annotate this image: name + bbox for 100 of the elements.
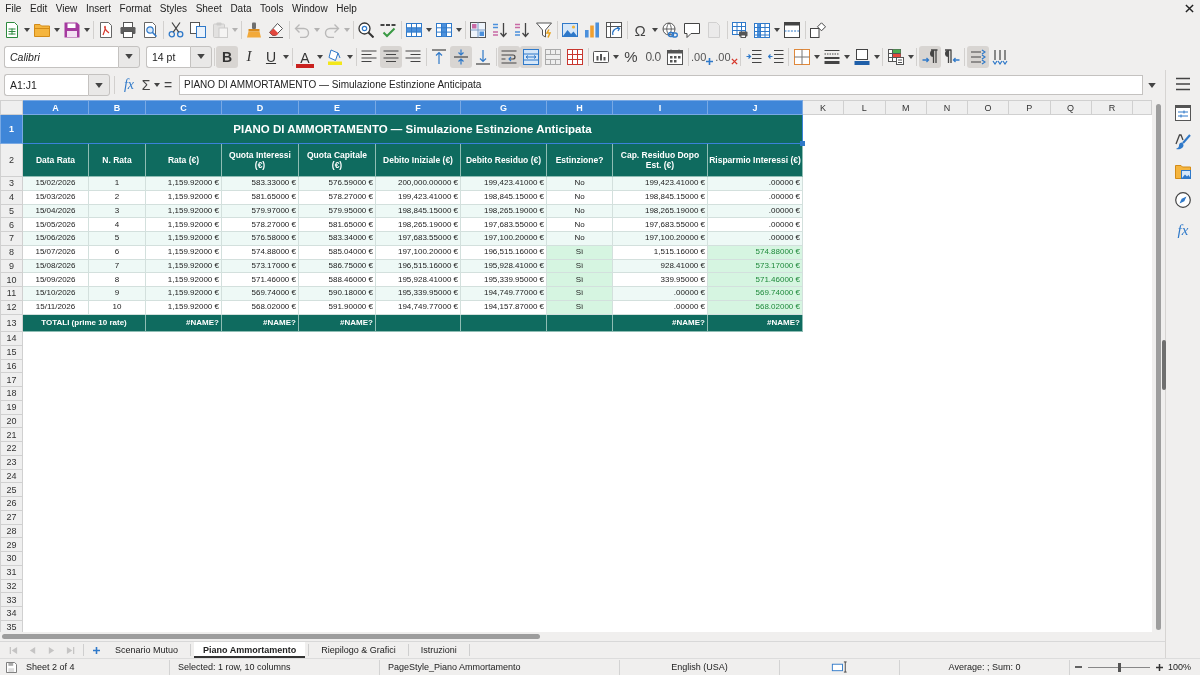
column-header[interactable]: G bbox=[460, 100, 547, 115]
menu-item[interactable]: View bbox=[51, 1, 82, 16]
menu-item[interactable]: Format bbox=[115, 1, 156, 16]
wrap-text-button[interactable] bbox=[498, 45, 520, 68]
find-replace-icon[interactable] bbox=[358, 22, 374, 38]
caret-icon[interactable] bbox=[873, 54, 880, 59]
sum-button[interactable]: Σ bbox=[139, 74, 153, 96]
column-header[interactable]: N bbox=[926, 100, 968, 115]
bold-button[interactable]: B bbox=[216, 45, 238, 68]
caret-icon[interactable] bbox=[652, 28, 658, 32]
menu-item[interactable]: Help bbox=[331, 1, 362, 16]
sheet-tab[interactable]: Scenario Mutuo bbox=[106, 642, 188, 658]
left-to-right-button[interactable] bbox=[918, 45, 941, 68]
sort-descending-icon[interactable] bbox=[514, 22, 530, 38]
dropdown-button[interactable] bbox=[118, 45, 140, 68]
split-window-icon[interactable] bbox=[784, 22, 800, 38]
hyperlink-icon[interactable] bbox=[662, 22, 678, 38]
menu-item[interactable]: Edit bbox=[25, 1, 52, 16]
language[interactable]: English (USA) bbox=[671, 661, 728, 673]
table-rows-icon[interactable] bbox=[406, 22, 422, 38]
caret-icon[interactable] bbox=[283, 54, 289, 59]
merge-cells-icon[interactable] bbox=[545, 48, 561, 65]
shapes-icon[interactable] bbox=[810, 22, 826, 38]
formula-button[interactable]: = bbox=[161, 74, 175, 96]
merge-center-button[interactable] bbox=[520, 45, 542, 68]
spellcheck-icon[interactable] bbox=[380, 22, 396, 38]
formula-input[interactable]: PIANO DI AMMORTAMENTO — Simulazione Estinzione Anticipata bbox=[179, 75, 1143, 95]
add-decimal-button[interactable]: .00 bbox=[690, 45, 715, 68]
caret-icon[interactable] bbox=[907, 54, 914, 59]
sort-icon[interactable] bbox=[470, 22, 486, 38]
pdf-document-icon[interactable] bbox=[98, 22, 114, 38]
calendar-icon[interactable] bbox=[667, 48, 683, 65]
dropdown-button[interactable] bbox=[88, 74, 110, 96]
percent-button[interactable]: % bbox=[620, 45, 642, 68]
column-header[interactable]: B bbox=[88, 100, 146, 115]
column-header[interactable]: Q bbox=[1050, 100, 1092, 115]
column-header[interactable]: L bbox=[843, 100, 885, 115]
scissors-icon[interactable] bbox=[168, 22, 184, 38]
border-style-icon[interactable] bbox=[823, 48, 840, 65]
function-wizard-button[interactable]: fx bbox=[119, 74, 139, 96]
copy-icon[interactable] bbox=[190, 22, 206, 38]
column-header[interactable]: I bbox=[612, 100, 708, 115]
border-color-icon[interactable] bbox=[853, 48, 870, 65]
menu-item[interactable]: File bbox=[1, 1, 26, 16]
caret-icon[interactable] bbox=[95, 82, 103, 88]
caret-icon[interactable] bbox=[347, 54, 353, 59]
eraser-icon[interactable] bbox=[268, 22, 284, 38]
caret-icon[interactable] bbox=[24, 28, 30, 32]
caret-icon[interactable] bbox=[54, 28, 60, 32]
fill-handle-icon[interactable] bbox=[800, 141, 805, 146]
font-size-field[interactable]: 14 pt bbox=[146, 45, 190, 68]
caret-icon[interactable] bbox=[456, 28, 462, 32]
column-header[interactable]: P bbox=[1008, 100, 1050, 115]
print-preview-icon[interactable] bbox=[142, 22, 158, 38]
dropdown-button[interactable] bbox=[190, 45, 212, 68]
menu-item[interactable]: Styles bbox=[155, 1, 192, 16]
horizontal-text-button[interactable] bbox=[966, 45, 989, 68]
font-name-field[interactable]: Calibri bbox=[4, 45, 118, 68]
menu-item[interactable]: Data bbox=[226, 1, 256, 16]
printer-icon[interactable] bbox=[120, 22, 136, 38]
menu-item[interactable]: Sheet bbox=[191, 1, 227, 16]
comment-icon[interactable] bbox=[684, 22, 700, 38]
scrollbar-thumb[interactable] bbox=[1156, 104, 1161, 630]
menu-item[interactable]: Window bbox=[287, 1, 332, 16]
caret-icon[interactable] bbox=[1148, 82, 1156, 88]
close-icon[interactable] bbox=[1185, 4, 1194, 13]
scrollbar-thumb[interactable] bbox=[2, 634, 540, 639]
caret-icon[interactable] bbox=[317, 54, 323, 59]
table-columns-icon[interactable] bbox=[436, 22, 452, 38]
clipboard-icon[interactable] bbox=[212, 22, 228, 38]
spreadsheet-document-icon[interactable] bbox=[4, 22, 20, 38]
number-format-button[interactable]: 0.0 bbox=[642, 45, 664, 68]
brush-icon[interactable] bbox=[1175, 134, 1191, 150]
document-icon[interactable] bbox=[6, 661, 17, 673]
column-header[interactable]: H bbox=[546, 100, 613, 115]
menu-item[interactable]: Tools bbox=[255, 1, 288, 16]
row-header[interactable]: 1 bbox=[0, 114, 23, 144]
column-header[interactable]: E bbox=[298, 100, 376, 115]
caret-icon[interactable] bbox=[125, 54, 133, 59]
zoom-level[interactable]: 100% bbox=[1168, 661, 1192, 673]
caret-icon[interactable] bbox=[813, 54, 820, 59]
column-header[interactable]: J bbox=[707, 100, 803, 115]
sheet-tab[interactable]: Piano Ammortamento bbox=[194, 642, 306, 658]
conditional-format-icon[interactable] bbox=[887, 48, 904, 65]
name-box[interactable]: A1:J1 bbox=[4, 74, 88, 96]
bar-chart-icon[interactable] bbox=[584, 22, 600, 38]
compass-icon[interactable] bbox=[1175, 192, 1191, 208]
menu-item[interactable]: Insert bbox=[81, 1, 116, 16]
freeze-table-icon[interactable] bbox=[754, 22, 770, 38]
column-header[interactable]: F bbox=[375, 100, 461, 115]
indent-decrease-icon[interactable] bbox=[767, 48, 784, 65]
column-header[interactable]: A bbox=[22, 100, 89, 115]
caret-icon[interactable] bbox=[426, 28, 432, 32]
align-center-button[interactable] bbox=[380, 45, 402, 68]
sort-ascending-icon[interactable] bbox=[492, 22, 508, 38]
column-header[interactable]: M bbox=[885, 100, 927, 115]
properties-icon[interactable] bbox=[1175, 105, 1191, 121]
menu-icon[interactable] bbox=[1175, 76, 1191, 92]
caret-icon[interactable] bbox=[613, 54, 619, 59]
caret-icon[interactable] bbox=[774, 28, 780, 32]
